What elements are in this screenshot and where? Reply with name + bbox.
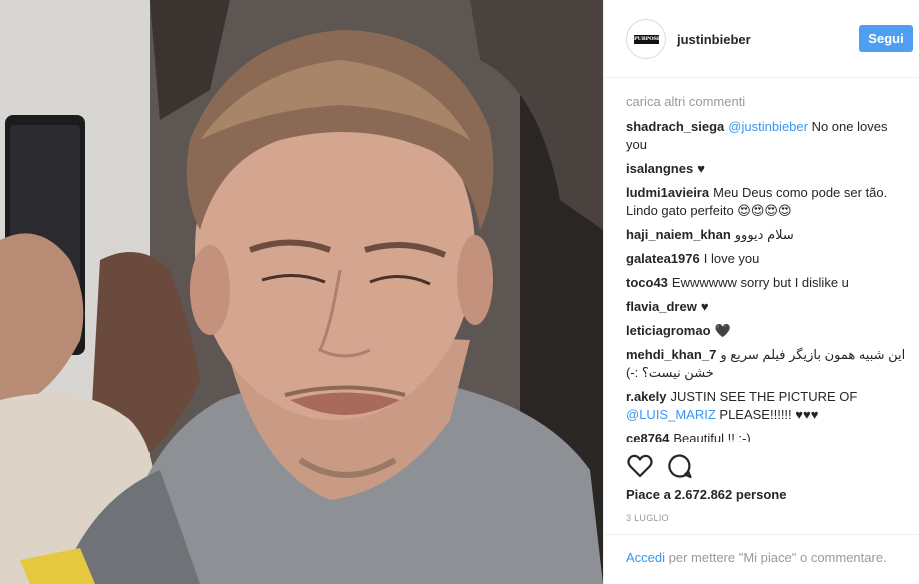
post-actions [626, 452, 706, 480]
comment: galatea1976 I love you [626, 250, 906, 268]
comment-mention[interactable]: @justinbieber [728, 119, 808, 134]
comment-user[interactable]: ludmi1avieira [626, 185, 709, 200]
comment: mehdi_khan_7 این شبیه همون بازیگر فیلم سر… [626, 346, 906, 382]
login-prompt-text: per mettere "Mi piace" o commentare. [665, 550, 887, 565]
comment-text: PLEASE!!!!!! ♥♥♥ [715, 407, 819, 422]
comment: flavia_drew ♥ [626, 298, 906, 316]
comment: leticiagromao 🖤 [626, 322, 906, 340]
comment-user[interactable]: flavia_drew [626, 299, 697, 314]
comment-user[interactable]: haji_naiem_khan [626, 227, 731, 242]
comment-user[interactable]: r.akely [626, 389, 667, 404]
comment: toco43 Ewwwwww sorry but I dislike u [626, 274, 906, 292]
comment-mention[interactable]: @LUIS_MARIZ [626, 407, 716, 422]
login-link[interactable]: Accedi [626, 550, 665, 565]
comment-user[interactable]: mehdi_khan_7 [626, 347, 716, 362]
comment-user[interactable]: isalangnes [626, 161, 693, 176]
comment-user[interactable]: leticiagromao [626, 323, 711, 338]
comment-text: ♥ [700, 299, 709, 314]
comment: ludmi1avieira Meu Deus como pode ser tão.… [626, 184, 906, 220]
username[interactable]: justinbieber [677, 32, 751, 47]
comment: r.akely JUSTIN SEE THE PICTURE OF @LUIS_M… [626, 388, 906, 424]
comment-user[interactable]: shadrach_siega [626, 119, 724, 134]
comments-list[interactable]: carica altri commenti shadrach_siega @jus… [626, 93, 906, 442]
purpose-tour-logo: PURPOSE TOUR [634, 35, 661, 51]
comment: haji_naiem_khan سلام دیووو [626, 226, 906, 244]
avatar-logo-text: PURPOSE TOUR [634, 36, 661, 51]
comment: ce8764 Beautiful !! :-) [626, 430, 906, 442]
comment-user[interactable]: ce8764 [626, 431, 669, 442]
comment-text: 🖤 [714, 323, 731, 338]
comment: shadrach_siega @justinbieber No one loves… [626, 118, 906, 154]
comment: isalangnes ♥ [626, 160, 906, 178]
avatar[interactable]: PURPOSE TOUR [626, 19, 666, 59]
post-date[interactable]: 3 LUGLIO [626, 513, 669, 523]
post-header: PURPOSE TOUR justinbieber Segui [604, 0, 919, 78]
likes-count[interactable]: Piace a 2.672.862 persone [626, 487, 786, 502]
speech-bubble-icon[interactable] [666, 452, 694, 480]
post-photo [0, 0, 603, 584]
load-more-comments-link[interactable]: carica altri commenti [626, 93, 906, 111]
follow-button[interactable]: Segui [859, 25, 913, 52]
heart-outline-icon[interactable] [626, 452, 654, 480]
comment-text: Beautiful !! :-) [673, 431, 751, 442]
comment-user[interactable]: galatea1976 [626, 251, 700, 266]
comment-text: JUSTIN SEE THE PICTURE OF [670, 389, 858, 404]
comment-text: سلام دیووو [734, 227, 794, 242]
comment-text: ♥ [697, 161, 705, 176]
comment-text: I love you [703, 251, 760, 266]
comment-user[interactable]: toco43 [626, 275, 668, 290]
login-prompt: Accedi per mettere "Mi piace" o commenta… [604, 534, 919, 584]
post-side-panel: PURPOSE TOUR justinbieber Segui carica a… [603, 0, 919, 584]
comment-text: Ewwwwww sorry but I dislike u [671, 275, 849, 290]
